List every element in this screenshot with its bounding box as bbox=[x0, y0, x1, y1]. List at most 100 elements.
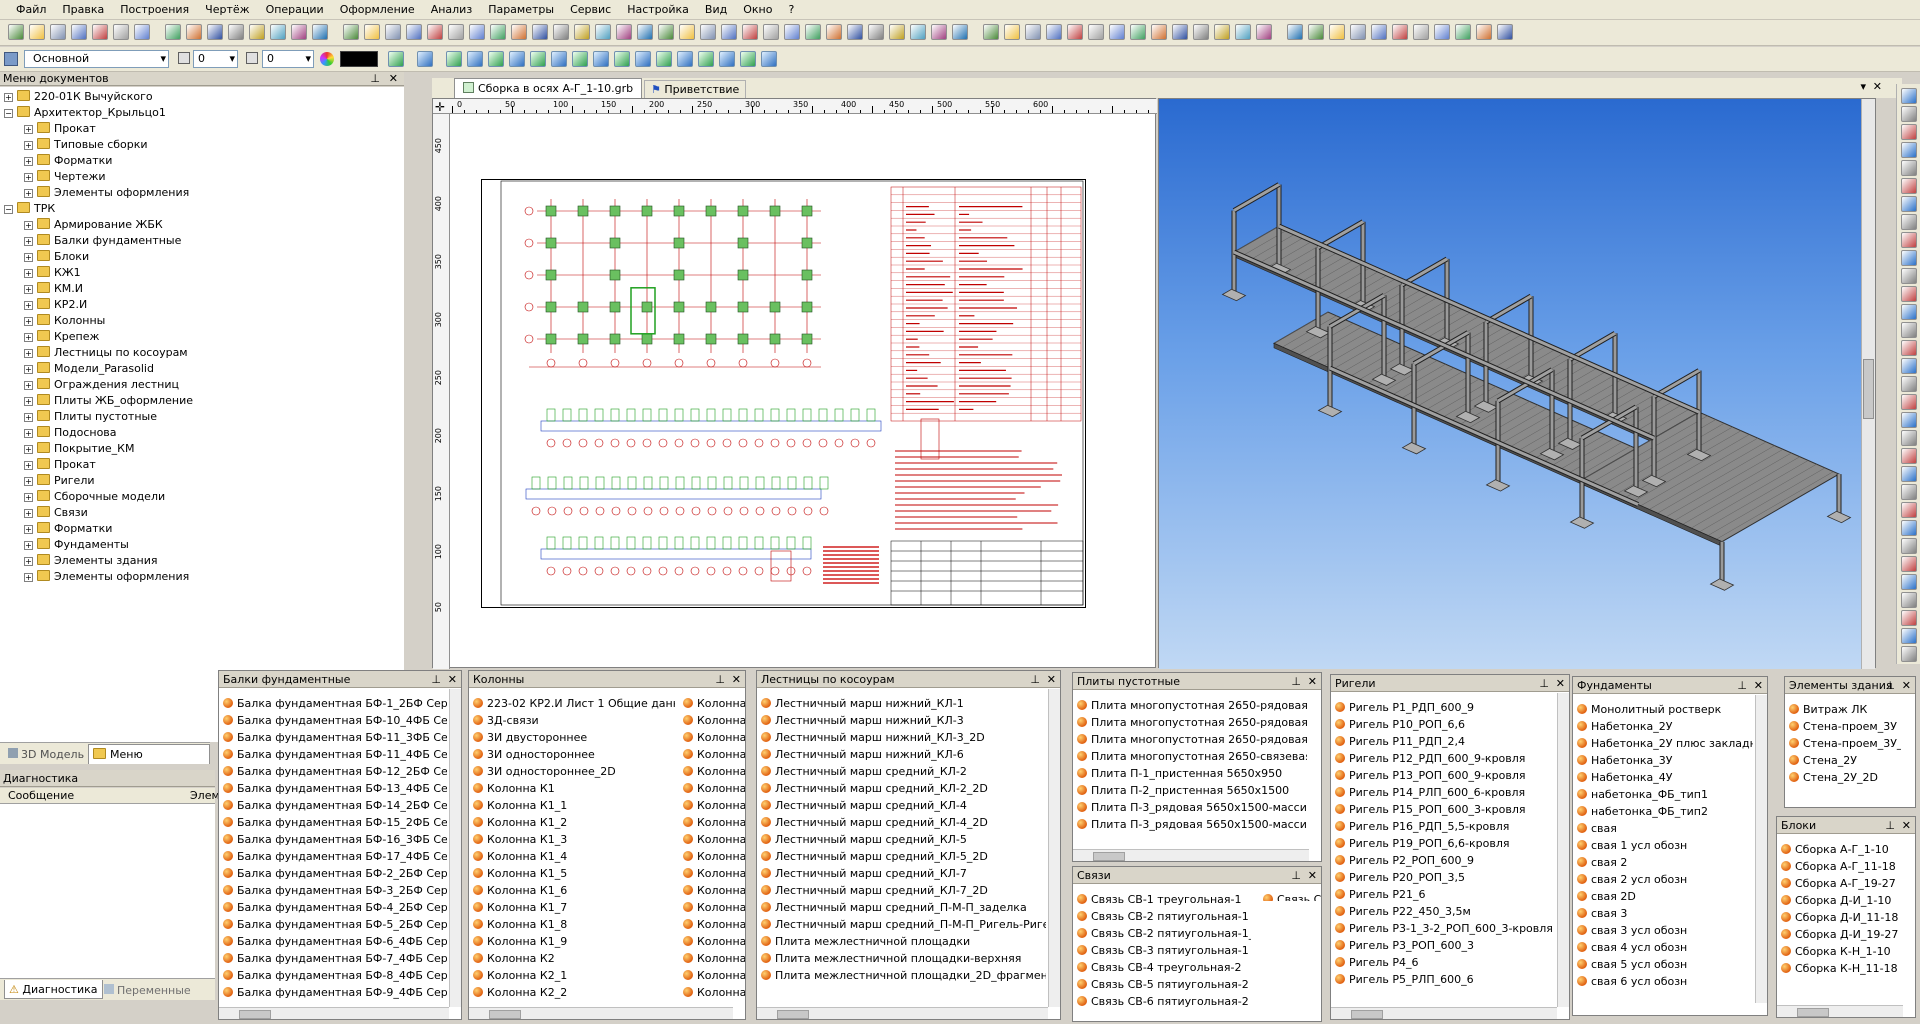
list-item[interactable]: Связь СВ-4 треугольная-2 bbox=[1077, 959, 1251, 976]
list-item[interactable]: Лестничный марш нижний_КЛ-6 bbox=[761, 746, 1046, 763]
tree-item[interactable]: + Лестницы по косоурам bbox=[4, 345, 404, 361]
snap-tool-icon[interactable] bbox=[551, 51, 567, 67]
line-weight-input[interactable]: 0 ▾ bbox=[193, 50, 238, 68]
menu-item[interactable]: Оформление bbox=[332, 0, 423, 20]
expand-toggle-icon[interactable]: + bbox=[24, 237, 33, 246]
list-item[interactable]: Плита П-3_рядовая 5650x1500-массив bbox=[1077, 799, 1307, 816]
list-item[interactable]: Плита межлестничной площадки bbox=[761, 933, 1046, 950]
list-item[interactable]: Ригель Р20_РОП_3,5 bbox=[1335, 869, 1555, 886]
layer-icon[interactable] bbox=[4, 52, 18, 66]
toolbar-tool-icon[interactable] bbox=[983, 24, 999, 40]
toolbar-tool-icon[interactable] bbox=[1151, 24, 1167, 40]
list-item[interactable]: Лестничный марш средний_КЛ-2_2D bbox=[761, 780, 1046, 797]
toolbar-tool-icon[interactable] bbox=[8, 24, 24, 40]
list-item[interactable]: Балка фундаментная БФ-8_4ФБ Серия 1.01 bbox=[223, 967, 447, 984]
menu-item[interactable]: Вид bbox=[697, 0, 735, 20]
list-item[interactable]: Ригель Р3_РОП_600_3 bbox=[1335, 937, 1555, 954]
list-item[interactable]: Плита многопустотная 2650-связевая bbox=[1077, 748, 1307, 765]
menu-item[interactable]: Построения bbox=[112, 0, 197, 20]
list-item[interactable]: Балка фундаментная БФ-7_4ФБ Серия 1.01 bbox=[223, 950, 447, 967]
tab-diagnostics[interactable]: ⚠ Диагностика bbox=[4, 980, 103, 999]
expand-toggle-icon[interactable]: + bbox=[24, 365, 33, 374]
snap-tool-icon[interactable] bbox=[488, 51, 504, 67]
list-item[interactable]: 3И двустороннее bbox=[473, 729, 675, 746]
list-item[interactable]: Лестничный марш нижний_КЛ-3 bbox=[761, 712, 1046, 729]
tree-item[interactable]: + Элементы здания bbox=[4, 553, 404, 569]
toolbar-tool-icon[interactable] bbox=[889, 24, 905, 40]
list-item[interactable]: свая 2 bbox=[1577, 854, 1753, 871]
list-item[interactable]: Балка фундаментная БФ-13_4ФБ Серия 1.0 bbox=[223, 780, 447, 797]
expand-toggle-icon[interactable]: + bbox=[24, 413, 33, 422]
view-tool-icon[interactable] bbox=[1901, 178, 1917, 194]
toolbar-tool-icon[interactable] bbox=[868, 24, 884, 40]
list-item[interactable]: свая bbox=[1577, 820, 1753, 837]
tree-item[interactable]: + КР2.И bbox=[4, 297, 404, 313]
view-tool-icon[interactable] bbox=[1901, 286, 1917, 302]
tree-item[interactable]: + Подоснова bbox=[4, 425, 404, 441]
list-item[interactable]: набетонка_ФБ_тип2 bbox=[1577, 803, 1753, 820]
expand-toggle-icon[interactable]: + bbox=[24, 269, 33, 278]
close-icon[interactable]: ✕ bbox=[448, 671, 457, 688]
list-item[interactable]: Балка фундаментная БФ-11_4ФБ Серия 1.0 bbox=[223, 746, 447, 763]
toolbar-tool-icon[interactable] bbox=[511, 24, 527, 40]
close-icon[interactable]: ✕ bbox=[389, 72, 398, 86]
view-tool-icon[interactable] bbox=[1901, 268, 1917, 284]
list-item[interactable]: Лестничный марш средний_КЛ-2 bbox=[761, 763, 1046, 780]
view-tool-icon[interactable] bbox=[1901, 196, 1917, 212]
toolbar-tool-icon[interactable] bbox=[784, 24, 800, 40]
close-icon[interactable]: ✕ bbox=[732, 671, 741, 688]
view-tool-icon[interactable] bbox=[1901, 124, 1917, 140]
snap-tool-icon[interactable] bbox=[677, 51, 693, 67]
list-item[interactable]: Сборка Д-И_1-10 bbox=[1781, 892, 1901, 909]
view-tool-icon[interactable] bbox=[1901, 646, 1917, 662]
scrollbar[interactable] bbox=[469, 1007, 733, 1019]
list-item[interactable]: Ригель Р4_6 bbox=[1335, 954, 1555, 971]
list-item[interactable]: свая 3 bbox=[1577, 905, 1753, 922]
tree-item[interactable]: + Фундаменты bbox=[4, 537, 404, 553]
scrollbar[interactable] bbox=[757, 1007, 1048, 1019]
list-item[interactable]: Колонна К1_3 bbox=[473, 831, 675, 848]
expand-toggle-icon[interactable]: + bbox=[24, 189, 33, 198]
list-item[interactable]: Связь СВ-3 пятиугольная-1 bbox=[1077, 942, 1251, 959]
view-tool-icon[interactable] bbox=[1901, 628, 1917, 644]
toolbar-tool-icon[interactable] bbox=[364, 24, 380, 40]
scrollbar[interactable] bbox=[449, 689, 461, 1007]
list-item[interactable]: Ригель Р21_6 bbox=[1335, 886, 1555, 903]
snap-tool-icon[interactable] bbox=[761, 51, 777, 67]
close-icon[interactable]: ✕ bbox=[1047, 671, 1056, 688]
3d-viewport[interactable] bbox=[1158, 98, 1876, 668]
list-item[interactable]: Связь СВ bbox=[1263, 891, 1321, 901]
col-elem[interactable]: Элем bbox=[190, 788, 220, 804]
pin-icon[interactable]: ⊥ bbox=[1291, 867, 1301, 884]
menu-item[interactable]: Настройка bbox=[619, 0, 697, 20]
toolbar-tool-icon[interactable] bbox=[742, 24, 758, 40]
tree-item[interactable]: + Крепеж bbox=[4, 329, 404, 345]
tab-variables[interactable]: Переменные bbox=[100, 982, 195, 999]
list-item[interactable]: Колонна bbox=[683, 695, 745, 712]
list-item[interactable]: Плита межлестничной площадки-верхняя bbox=[761, 950, 1046, 967]
view-tool-icon[interactable] bbox=[1901, 322, 1917, 338]
list-item[interactable]: свая 1 усл обозн bbox=[1577, 837, 1753, 854]
list-item[interactable]: Набетонка_4У bbox=[1577, 769, 1753, 786]
view-tool-icon[interactable] bbox=[1901, 340, 1917, 356]
scrollbar[interactable] bbox=[219, 1007, 449, 1019]
list-item[interactable]: Лестничный марш средний_КЛ-4_2D bbox=[761, 814, 1046, 831]
tree-item[interactable]: + Сборочные модели bbox=[4, 489, 404, 505]
tree-item[interactable]: − ТРК bbox=[4, 201, 404, 217]
list-item[interactable]: Колонна bbox=[683, 916, 745, 933]
list-item[interactable]: Связь СВ-5 пятиугольная-2 bbox=[1077, 976, 1251, 993]
list-item[interactable]: Сборка А-Г_19-27 bbox=[1781, 875, 1901, 892]
toolbar-tool-icon[interactable] bbox=[1392, 24, 1408, 40]
view-tool-icon[interactable] bbox=[1901, 88, 1917, 104]
menu-item[interactable]: Правка bbox=[54, 0, 112, 20]
view-tool-icon[interactable] bbox=[1901, 358, 1917, 374]
expand-toggle-icon[interactable]: + bbox=[24, 333, 33, 342]
toolbar-tool-icon[interactable] bbox=[165, 24, 181, 40]
list-item[interactable]: Плита межлестничной площадки_2D_фрагмент bbox=[761, 967, 1046, 984]
toolbar-tool-icon[interactable] bbox=[207, 24, 223, 40]
close-icon[interactable]: ✕ bbox=[1556, 675, 1565, 692]
list-item[interactable]: Лестничный марш средний_П-М-П_заделка bbox=[761, 899, 1046, 916]
snap-tool-icon[interactable] bbox=[446, 51, 462, 67]
expand-toggle-icon[interactable]: − bbox=[4, 205, 13, 214]
view-tool-icon[interactable] bbox=[1901, 214, 1917, 230]
